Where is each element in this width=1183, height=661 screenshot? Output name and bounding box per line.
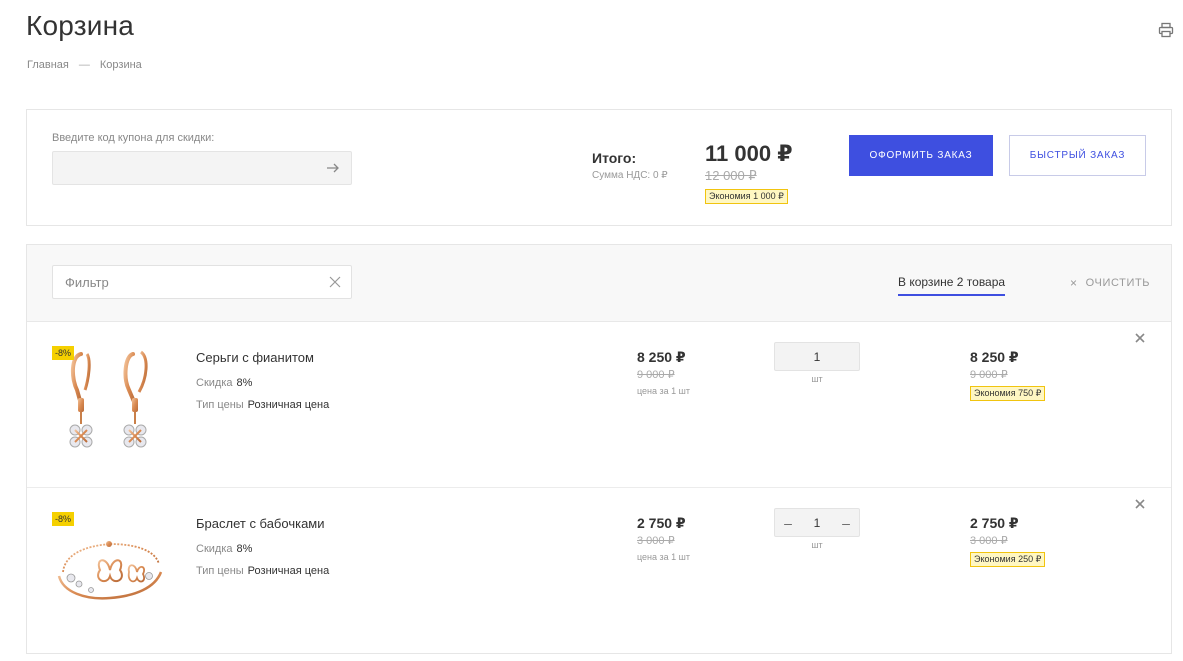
vat-label: Сумма НДС: 0 ₽ (592, 170, 668, 181)
close-icon[interactable] (1134, 332, 1146, 344)
product-price-type-label: Тип цены (196, 565, 244, 577)
total-economy-badge: Экономия 1 000 ₽ (705, 189, 788, 204)
row-old-total: 9 000 ₽ (970, 369, 1008, 381)
product-discount: Скидка 8% (196, 543, 252, 555)
product-name[interactable]: Серьги с фианитом (196, 350, 314, 365)
clear-cart-button[interactable]: × очистить (1070, 276, 1150, 290)
total-price: 11 000 ₽ (705, 141, 793, 166)
product-name[interactable]: Браслет с бабочками (196, 516, 325, 531)
quantity-unit: шт (811, 540, 823, 550)
close-icon: × (1070, 276, 1078, 290)
row-economy-badge: Экономия 250 ₽ (970, 552, 1046, 567)
printer-icon[interactable] (1158, 22, 1174, 38)
clear-cart-label: очистить (1085, 277, 1151, 289)
coupon-field (52, 151, 352, 185)
discount-tag: -8% (52, 346, 75, 360)
row-total: 8 250 ₽ (970, 349, 1019, 365)
breadcrumb-current: Корзина (99, 59, 142, 71)
page-title: Корзина (26, 10, 135, 41)
product-discount-value: 8% (236, 543, 253, 555)
bracelet-image[interactable] (55, 514, 165, 624)
discount-tag: -8% (52, 512, 75, 526)
quantity-stepper: – 1 – (774, 508, 860, 537)
quick-order-button[interactable]: Быстрый заказ (1009, 135, 1146, 176)
coupon-label: Введите код купона для скидки: (52, 132, 215, 144)
filter-input[interactable] (53, 266, 313, 298)
minus-icon[interactable]: – (781, 516, 795, 530)
price-per-unit-label: цена за 1 шт (637, 386, 691, 396)
product-discount-label: Скидка (196, 543, 233, 555)
breadcrumb: Главная — Корзина (27, 59, 142, 71)
unit-price: 8 250 ₽ (637, 349, 686, 365)
quantity-value[interactable]: 1 (781, 350, 853, 364)
arrow-right-icon[interactable] (325, 160, 341, 176)
total-label: Итого: (592, 150, 637, 166)
product-discount-value: 8% (236, 377, 253, 389)
order-summary: Введите код купона для скидки: Итого: Су… (26, 109, 1172, 226)
checkout-button[interactable]: Оформить заказ (849, 135, 993, 176)
unit-price: 2 750 ₽ (637, 515, 686, 531)
cart-panel: В корзине 2 товара × очистить (26, 244, 1172, 654)
breadcrumb-home[interactable]: Главная (27, 59, 69, 71)
quantity-unit: шт (811, 374, 823, 384)
cart-count-tab[interactable]: В корзине 2 товара (898, 275, 1006, 296)
quantity-value[interactable]: 1 (795, 516, 839, 530)
coupon-input[interactable] (53, 152, 313, 184)
total-old-price: 12 000 ₽ (705, 168, 757, 183)
product-discount-label: Скидка (196, 377, 233, 389)
row-total: 2 750 ₽ (970, 515, 1019, 531)
product-price-type-value: Розничная цена (247, 399, 330, 411)
cart-header: В корзине 2 товара × очистить (27, 245, 1171, 322)
close-icon[interactable] (1134, 498, 1146, 510)
filter-field (52, 265, 352, 299)
cart-item-row: -8% Браслет с бабочками Скидка 8% Тип цен… (27, 488, 1171, 654)
unit-old-price: 9 000 ₽ (637, 369, 675, 381)
unit-old-price: 3 000 ₽ (637, 535, 675, 547)
earrings-image[interactable] (55, 348, 165, 458)
price-per-unit-label: цена за 1 шт (637, 552, 691, 562)
product-price-type-label: Тип цены (196, 399, 244, 411)
row-economy-badge: Экономия 750 ₽ (970, 386, 1046, 401)
product-price-type: Тип цены Розничная цена (196, 399, 329, 411)
product-discount: Скидка 8% (196, 377, 252, 389)
product-price-type-value: Розничная цена (247, 565, 330, 577)
breadcrumb-separator: — (78, 59, 90, 71)
quantity-stepper: 1 (774, 342, 860, 371)
product-price-type: Тип цены Розничная цена (196, 565, 329, 577)
row-old-total: 3 000 ₽ (970, 535, 1008, 547)
cart-item-row: -8% Серьги с фианитом Скидка 8% Тип цены Р… (27, 322, 1171, 488)
close-icon[interactable] (329, 276, 341, 288)
minus-icon[interactable]: – (839, 516, 853, 530)
